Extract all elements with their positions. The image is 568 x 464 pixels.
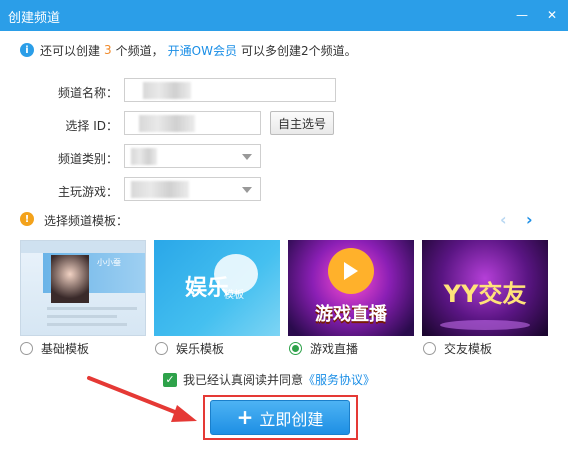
template-thumb-game-live[interactable]: 游戏直播 <box>288 240 414 336</box>
vip-link[interactable]: 开通OW会员 <box>168 42 237 59</box>
template-option-entertainment[interactable]: 娱乐模板 <box>155 340 224 357</box>
warning-icon: ! <box>20 212 34 226</box>
main-game-select[interactable] <box>124 177 261 201</box>
quota-tail: 可以多创建2个频道。 <box>240 43 357 58</box>
template-option-label: 游戏直播 <box>310 342 359 356</box>
main-game-label: 主玩游戏： <box>57 185 118 199</box>
close-button[interactable]: ✕ <box>540 3 564 27</box>
annotation-arrow <box>87 376 197 422</box>
thumb-line <box>47 307 137 310</box>
thumb-subtitle: 模板 <box>224 290 244 301</box>
minimize-button[interactable]: — <box>510 3 534 27</box>
thumb-caption: 小小蚕 <box>97 258 121 267</box>
create-now-button[interactable]: + 立即创建 <box>210 400 350 435</box>
redacted-value <box>143 82 191 99</box>
channel-name-input[interactable] <box>124 78 336 102</box>
channel-id-input[interactable] <box>124 111 261 135</box>
next-template-button[interactable]: › <box>526 210 533 229</box>
title-bar: 创建频道 — ✕ <box>0 0 568 31</box>
template-option-label: 基础模板 <box>41 342 90 356</box>
thumb-title: 娱乐 <box>184 276 229 301</box>
radio-button[interactable] <box>423 342 436 355</box>
thumb-avatar <box>51 255 89 303</box>
plus-icon: + <box>236 404 254 429</box>
quota-prefix: 还可以创建 <box>40 43 101 58</box>
prev-template-button[interactable]: ‹ <box>500 210 507 229</box>
thumb-title: 游戏直播 <box>315 304 387 325</box>
thumb-line <box>47 323 127 326</box>
category-label: 频道类别： <box>57 152 118 166</box>
service-agreement-link[interactable]: 《服务协议》 <box>303 371 375 388</box>
stage-glow <box>440 320 530 330</box>
thumb-title: YY交友 <box>443 280 527 308</box>
template-option-basic[interactable]: 基础模板 <box>20 340 89 357</box>
quota-suffix: 个频道， <box>115 43 164 58</box>
play-icon <box>344 262 358 280</box>
redacted-value <box>131 148 157 165</box>
template-section-label: 选择频道模板： <box>44 214 129 228</box>
info-icon: i <box>20 43 34 57</box>
category-select[interactable] <box>124 144 261 168</box>
redacted-value <box>139 115 195 132</box>
thumb-line <box>47 315 117 318</box>
redacted-value <box>131 181 189 198</box>
chevron-down-icon <box>242 154 252 160</box>
template-option-game-live[interactable]: 游戏直播 <box>289 340 358 357</box>
self-select-id-button[interactable]: 自主选号 <box>270 111 334 135</box>
template-thumb-dating[interactable]: YY交友 <box>422 240 548 336</box>
template-option-label: 交友模板 <box>444 342 493 356</box>
radio-button[interactable] <box>155 342 168 355</box>
create-button-highlight: + 立即创建 <box>203 395 358 440</box>
thumb-header <box>21 241 145 253</box>
chevron-down-icon <box>242 187 252 193</box>
template-thumb-basic[interactable]: 小小蚕 <box>20 240 146 336</box>
template-option-dating[interactable]: 交友模板 <box>423 340 492 357</box>
template-option-label: 娱乐模板 <box>176 342 225 356</box>
radio-button[interactable] <box>20 342 33 355</box>
quota-info: i 还可以创建 3 个频道， 开通OW会员 可以多创建2个频道。 <box>20 41 357 59</box>
quota-count: 3 <box>104 43 112 57</box>
template-thumb-entertainment[interactable]: 娱乐 模板 <box>154 240 280 336</box>
dialog-title: 创建频道 <box>8 11 61 26</box>
radio-button-selected[interactable] <box>289 342 302 355</box>
channel-id-label: 选择 ID： <box>65 119 118 133</box>
create-button-label: 立即创建 <box>259 409 324 429</box>
channel-name-label: 频道名称： <box>57 86 118 100</box>
